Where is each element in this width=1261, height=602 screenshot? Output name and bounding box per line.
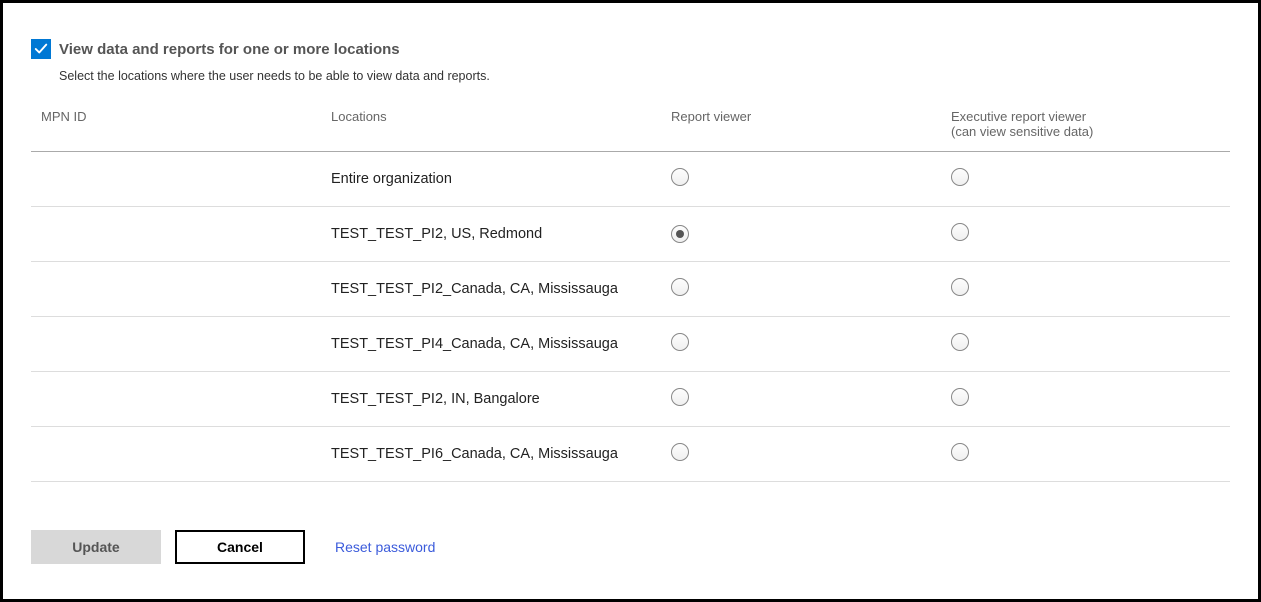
cell-mpn-id [31, 427, 321, 482]
column-mpn-id: MPN ID [31, 101, 321, 152]
cell-location: TEST_TEST_PI6_Canada, CA, Mississauga [321, 427, 661, 482]
report-viewer-radio[interactable] [671, 333, 689, 351]
cell-location: TEST_TEST_PI2_Canada, CA, Mississauga [321, 262, 661, 317]
cell-mpn-id [31, 262, 321, 317]
cell-location: TEST_TEST_PI2, IN, Bangalore [321, 372, 661, 427]
exec-viewer-radio[interactable] [951, 388, 969, 406]
report-viewer-radio[interactable] [671, 278, 689, 296]
cell-mpn-id [31, 372, 321, 427]
cell-exec-viewer [941, 372, 1230, 427]
report-viewer-radio[interactable] [671, 168, 689, 186]
cell-report-viewer [661, 207, 941, 262]
column-locations: Locations [321, 101, 661, 152]
cell-location: TEST_TEST_PI4_Canada, CA, Mississauga [321, 317, 661, 372]
exec-viewer-radio[interactable] [951, 278, 969, 296]
cancel-button[interactable]: Cancel [175, 530, 305, 564]
view-reports-checkbox[interactable] [31, 39, 51, 59]
table-row: TEST_TEST_PI2, IN, Bangalore [31, 372, 1230, 427]
cell-exec-viewer [941, 152, 1230, 207]
reset-password-link[interactable]: Reset password [335, 539, 435, 555]
check-icon [34, 42, 48, 56]
footer-actions: Update Cancel Reset password [31, 530, 1230, 564]
cell-report-viewer [661, 262, 941, 317]
exec-viewer-radio[interactable] [951, 223, 969, 241]
section-description: Select the locations where the user need… [59, 69, 1230, 83]
column-exec-viewer-line1: Executive report viewer [951, 109, 1086, 124]
table-row: TEST_TEST_PI2_Canada, CA, Mississauga [31, 262, 1230, 317]
cell-report-viewer [661, 152, 941, 207]
cell-mpn-id [31, 152, 321, 207]
exec-viewer-radio[interactable] [951, 333, 969, 351]
cell-exec-viewer [941, 317, 1230, 372]
report-viewer-radio[interactable] [671, 443, 689, 461]
table-row: TEST_TEST_PI6_Canada, CA, Mississauga [31, 427, 1230, 482]
cell-report-viewer [661, 427, 941, 482]
cell-exec-viewer [941, 207, 1230, 262]
cell-report-viewer [661, 317, 941, 372]
report-viewer-radio[interactable] [671, 225, 689, 243]
cell-location: TEST_TEST_PI2, US, Redmond [321, 207, 661, 262]
cell-report-viewer [661, 372, 941, 427]
cell-mpn-id [31, 317, 321, 372]
section-title: View data and reports for one or more lo… [59, 41, 400, 58]
cell-exec-viewer [941, 262, 1230, 317]
exec-viewer-radio[interactable] [951, 168, 969, 186]
column-exec-viewer: Executive report viewer (can view sensit… [941, 101, 1230, 152]
table-row: TEST_TEST_PI4_Canada, CA, Mississauga [31, 317, 1230, 372]
report-viewer-radio[interactable] [671, 388, 689, 406]
table-row: Entire organization [31, 152, 1230, 207]
table-row: TEST_TEST_PI2, US, Redmond [31, 207, 1230, 262]
update-button[interactable]: Update [31, 530, 161, 564]
cell-mpn-id [31, 207, 321, 262]
cell-location: Entire organization [321, 152, 661, 207]
cell-exec-viewer [941, 427, 1230, 482]
column-report-viewer: Report viewer [661, 101, 941, 152]
exec-viewer-radio[interactable] [951, 443, 969, 461]
locations-table: MPN ID Locations Report viewer Executive… [31, 101, 1230, 482]
column-exec-viewer-line2: (can view sensitive data) [951, 124, 1093, 139]
